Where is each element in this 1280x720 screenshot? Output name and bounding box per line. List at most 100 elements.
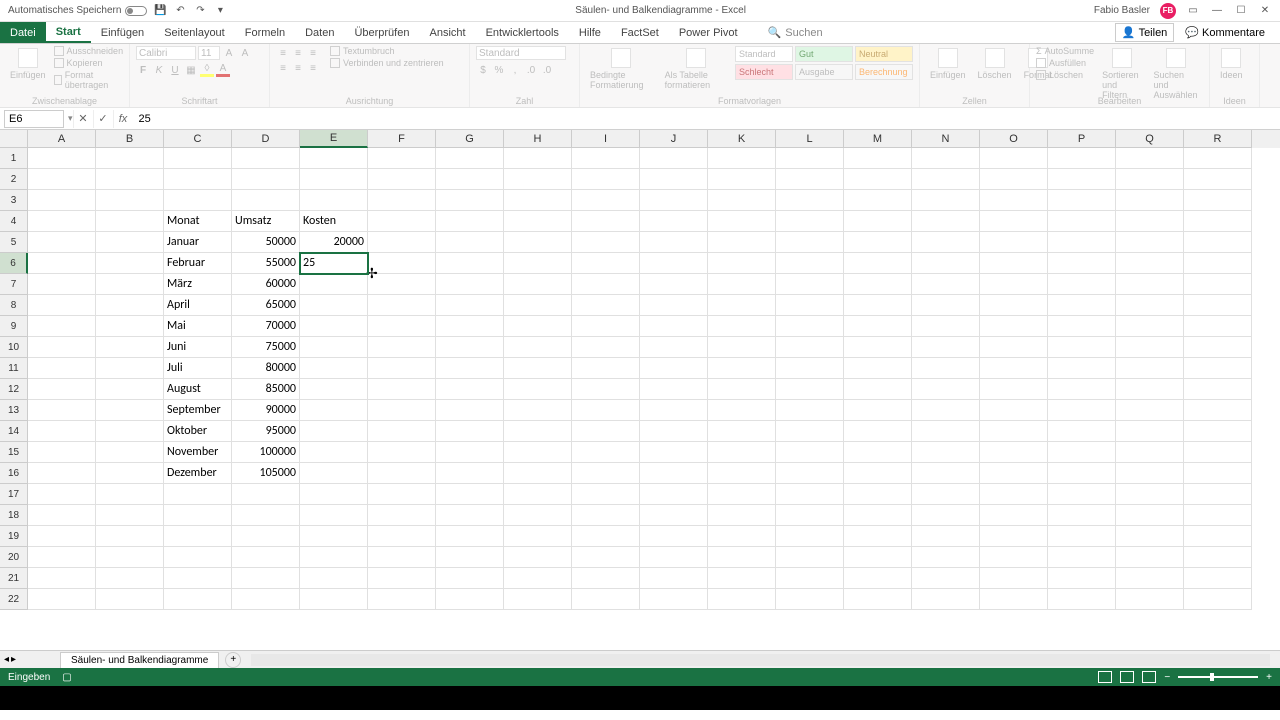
cell-O7[interactable]: [980, 274, 1048, 295]
cell-I2[interactable]: [572, 169, 640, 190]
cancel-edit-button[interactable]: ✕: [73, 110, 93, 128]
cell-M11[interactable]: [844, 358, 912, 379]
align-right-icon[interactable]: ≡: [306, 61, 320, 75]
cell-E6[interactable]: 25: [300, 253, 368, 274]
cell-F2[interactable]: [368, 169, 436, 190]
cell-B2[interactable]: [96, 169, 164, 190]
cell-N9[interactable]: [912, 316, 980, 337]
cell-N2[interactable]: [912, 169, 980, 190]
formula-input[interactable]: 25: [133, 113, 1280, 125]
col-header-G[interactable]: G: [436, 130, 504, 148]
cell-R18[interactable]: [1184, 505, 1252, 526]
cell-F9[interactable]: [368, 316, 436, 337]
cell-I8[interactable]: [572, 295, 640, 316]
cell-H2[interactable]: [504, 169, 572, 190]
cell-A20[interactable]: [28, 547, 96, 568]
cell-L12[interactable]: [776, 379, 844, 400]
cell-C13[interactable]: September: [164, 400, 232, 421]
cell-J11[interactable]: [640, 358, 708, 379]
cell-N6[interactable]: [912, 253, 980, 274]
cell-O16[interactable]: [980, 463, 1048, 484]
cell-K21[interactable]: [708, 568, 776, 589]
row-header-5[interactable]: 5: [0, 232, 28, 253]
cell-H16[interactable]: [504, 463, 572, 484]
horizontal-scrollbar[interactable]: [251, 654, 1270, 666]
cell-A17[interactable]: [28, 484, 96, 505]
cell-M22[interactable]: [844, 589, 912, 610]
cell-A8[interactable]: [28, 295, 96, 316]
cell-F3[interactable]: [368, 190, 436, 211]
cell-M13[interactable]: [844, 400, 912, 421]
cell-J7[interactable]: [640, 274, 708, 295]
cell-M9[interactable]: [844, 316, 912, 337]
cell-O8[interactable]: [980, 295, 1048, 316]
cell-F12[interactable]: [368, 379, 436, 400]
cell-G13[interactable]: [436, 400, 504, 421]
row-header-6[interactable]: 6: [0, 253, 28, 274]
clear-button[interactable]: Löschen: [1036, 70, 1094, 80]
font-size-select[interactable]: 11: [198, 46, 220, 60]
sort-filter-button[interactable]: Sortieren und Filtern: [1098, 46, 1145, 102]
cell-J13[interactable]: [640, 400, 708, 421]
align-top-icon[interactable]: ≡: [276, 46, 290, 60]
cell-E14[interactable]: [300, 421, 368, 442]
cell-I21[interactable]: [572, 568, 640, 589]
cell-M5[interactable]: [844, 232, 912, 253]
row-header-3[interactable]: 3: [0, 190, 28, 211]
undo-icon[interactable]: ↶: [173, 4, 187, 18]
cell-M7[interactable]: [844, 274, 912, 295]
cell-L8[interactable]: [776, 295, 844, 316]
cell-O1[interactable]: [980, 148, 1048, 169]
cell-B6[interactable]: [96, 253, 164, 274]
cell-J16[interactable]: [640, 463, 708, 484]
font-color-icon[interactable]: A: [216, 63, 230, 77]
cell-B21[interactable]: [96, 568, 164, 589]
cell-Q17[interactable]: [1116, 484, 1184, 505]
cell-K1[interactable]: [708, 148, 776, 169]
cell-C17[interactable]: [164, 484, 232, 505]
cell-A5[interactable]: [28, 232, 96, 253]
cell-R16[interactable]: [1184, 463, 1252, 484]
cell-C7[interactable]: März: [164, 274, 232, 295]
col-header-P[interactable]: P: [1048, 130, 1116, 148]
cell-P12[interactable]: [1048, 379, 1116, 400]
cell-L4[interactable]: [776, 211, 844, 232]
cell-C8[interactable]: April: [164, 295, 232, 316]
cell-H3[interactable]: [504, 190, 572, 211]
cell-G17[interactable]: [436, 484, 504, 505]
cell-P2[interactable]: [1048, 169, 1116, 190]
cell-N4[interactable]: [912, 211, 980, 232]
cell-B12[interactable]: [96, 379, 164, 400]
cell-M15[interactable]: [844, 442, 912, 463]
as-table-button[interactable]: Als Tabelle formatieren: [661, 46, 731, 92]
cell-O11[interactable]: [980, 358, 1048, 379]
cell-R9[interactable]: [1184, 316, 1252, 337]
cell-H6[interactable]: [504, 253, 572, 274]
cell-R2[interactable]: [1184, 169, 1252, 190]
cell-J15[interactable]: [640, 442, 708, 463]
cell-M10[interactable]: [844, 337, 912, 358]
col-header-Q[interactable]: Q: [1116, 130, 1184, 148]
cell-I22[interactable]: [572, 589, 640, 610]
style-ausgabe[interactable]: Ausgabe: [795, 64, 853, 80]
cell-A10[interactable]: [28, 337, 96, 358]
cell-C19[interactable]: [164, 526, 232, 547]
col-header-O[interactable]: O: [980, 130, 1048, 148]
cell-K2[interactable]: [708, 169, 776, 190]
cell-M20[interactable]: [844, 547, 912, 568]
cell-J6[interactable]: [640, 253, 708, 274]
view-layout-icon[interactable]: [1120, 671, 1134, 683]
cell-O12[interactable]: [980, 379, 1048, 400]
cell-G21[interactable]: [436, 568, 504, 589]
cell-H21[interactable]: [504, 568, 572, 589]
cell-I15[interactable]: [572, 442, 640, 463]
cell-H9[interactable]: [504, 316, 572, 337]
cell-L22[interactable]: [776, 589, 844, 610]
cell-P1[interactable]: [1048, 148, 1116, 169]
cell-H17[interactable]: [504, 484, 572, 505]
col-header-C[interactable]: C: [164, 130, 232, 148]
cell-D19[interactable]: [232, 526, 300, 547]
cell-C9[interactable]: Mai: [164, 316, 232, 337]
cell-K9[interactable]: [708, 316, 776, 337]
cell-I7[interactable]: [572, 274, 640, 295]
